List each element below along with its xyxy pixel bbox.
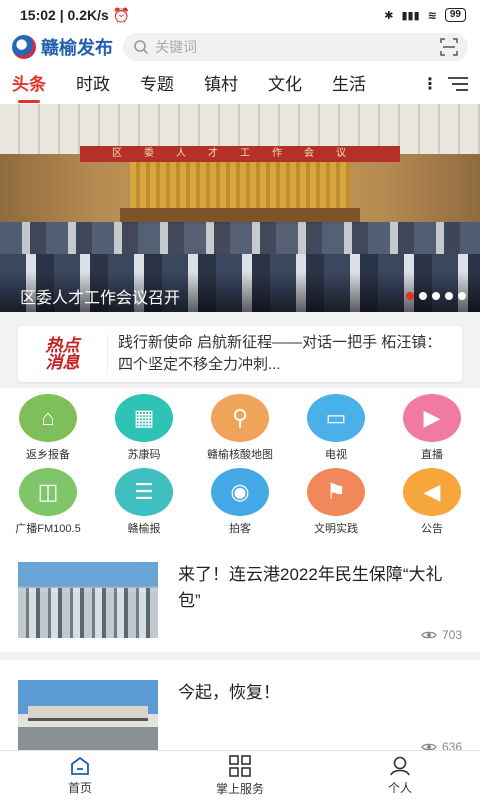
service-label: 文明实践 <box>314 523 358 535</box>
farmhouse-icon: ⌂ <box>19 394 77 442</box>
wifi-icon: ≋ <box>427 9 437 22</box>
news-list: 来了！连云港2022年民生保障“大礼包” 703 今起，恢复！ 636 <box>0 542 480 772</box>
tab-politics[interactable]: 时政 <box>76 70 110 99</box>
service-item[interactable]: ▭ 电视 <box>288 394 384 468</box>
carousel-dot[interactable] <box>432 292 440 300</box>
service-label: 拍客 <box>229 523 251 535</box>
carousel-dot[interactable] <box>419 292 427 300</box>
hot-news-ticker[interactable]: 热点 消息 践行新使命 启航新征程——对话一把手 柘汪镇：四个坚定不移全力冲刺.… <box>18 326 462 382</box>
status-left: 15:02 | 0.2K/s ⏰ <box>20 6 131 23</box>
service-item[interactable]: ◫ 广播FM100.5 <box>0 468 96 542</box>
service-item[interactable]: ⌂ 返乡报备 <box>0 394 96 468</box>
user-icon <box>390 756 410 775</box>
service-label: 苏康码 <box>127 449 161 461</box>
flag-icon: ⚑ <box>307 468 365 516</box>
alarm-icon: ⏰ <box>112 6 131 23</box>
news-title: 今起，恢复！ <box>178 683 280 702</box>
bluetooth-icon: ✱ <box>384 9 394 22</box>
news-title: 来了！连云港2022年民生保障“大礼包” <box>178 565 443 610</box>
home-icon <box>71 756 89 775</box>
menu-icon[interactable] <box>448 76 468 92</box>
service-item[interactable]: ⚑ 文明实践 <box>288 468 384 542</box>
map-pin-icon: ⚲ <box>211 394 269 442</box>
tab-headlines[interactable]: 头条 <box>12 70 46 103</box>
service-item[interactable]: ▦ 苏康码 <box>96 394 192 468</box>
service-item[interactable]: ◉ 拍客 <box>192 468 288 542</box>
megaphone-icon: ◀ <box>403 468 461 516</box>
search-bar[interactable]: 关键词 <box>123 33 468 61</box>
radio-icon: ◫ <box>19 468 77 516</box>
tab-culture[interactable]: 文化 <box>268 70 302 99</box>
service-item[interactable]: ⚲ 赣榆核酸地图 <box>192 394 288 468</box>
hall-banner: 区委人才工作会议 <box>80 146 400 162</box>
grid-icon <box>229 754 251 777</box>
app-name: 赣榆发布 <box>41 38 113 58</box>
service-item[interactable]: ▶ 直播 <box>384 394 480 468</box>
logo-icon <box>12 35 36 59</box>
scan-icon[interactable] <box>440 38 458 56</box>
hot-news-badge: 热点 消息 <box>18 334 108 374</box>
battery-indicator: 99 <box>444 8 466 22</box>
service-item[interactable]: ☰ 赣榆报 <box>96 468 192 542</box>
view-count: 703 <box>421 628 462 642</box>
tab-more: ⋮ <box>422 74 468 94</box>
service-label: 赣榆核酸地图 <box>207 449 273 461</box>
search-placeholder: 关键词 <box>155 39 197 55</box>
tab-towns[interactable]: 镇村 <box>204 70 238 99</box>
status-time: 15:02 <box>20 6 56 23</box>
category-tabs: 头条 时政 专题 镇村 文化 生活 ⋮ <box>0 64 480 104</box>
video-play-icon: ▶ <box>403 394 461 442</box>
search-icon <box>134 40 149 55</box>
service-label: 公告 <box>421 523 443 535</box>
health-code-icon: ▦ <box>115 394 173 442</box>
service-grid: ⌂ 返乡报备 ▦ 苏康码 ⚲ 赣榆核酸地图 ▭ 电视 ▶ 直播 ◫ 广播FM100.5 ☰ 赣榆报 ◉ 拍客 ⚑… <box>0 388 480 542</box>
nav-services[interactable]: 掌上服务 <box>160 751 320 800</box>
carousel-dot[interactable] <box>406 292 414 300</box>
news-item[interactable]: 来了！连云港2022年民生保障“大礼包” 703 <box>0 542 480 660</box>
service-item[interactable]: ◀ 公告 <box>384 468 480 542</box>
app-header: 赣榆发布 关键词 <box>0 30 480 64</box>
signal-icon: ▮▮▮ <box>401 9 420 22</box>
network-speed: 0.2K/s <box>67 6 109 23</box>
banner-carousel[interactable]: 区委人才工作会议 区委人才工作会议召开 <box>0 104 480 312</box>
status-right: ✱ ▮▮▮ ≋ 99 <box>384 8 466 22</box>
camera-icon: ◉ <box>211 468 269 516</box>
app-logo: 赣榆发布 <box>12 34 113 60</box>
nav-home[interactable]: 首页 <box>0 751 160 800</box>
status-bar: 15:02 | 0.2K/s ⏰ ✱ ▮▮▮ ≋ 99 <box>0 0 480 30</box>
newspaper-icon: ☰ <box>115 468 173 516</box>
nav-profile[interactable]: 个人 <box>320 751 480 800</box>
news-thumbnail <box>18 680 158 756</box>
more-dots-icon[interactable]: ⋮ <box>422 74 438 94</box>
carousel-dot[interactable] <box>458 292 466 300</box>
news-thumbnail <box>18 562 158 638</box>
tv-icon: ▭ <box>307 394 365 442</box>
carousel-dots <box>406 292 466 300</box>
service-label: 返乡报备 <box>26 449 70 461</box>
service-label: 赣榆报 <box>127 523 161 535</box>
tab-life[interactable]: 生活 <box>332 70 366 99</box>
bottom-nav: 首页 掌上服务 个人 <box>0 750 480 800</box>
service-label: 广播FM100.5 <box>15 523 81 535</box>
service-label: 直播 <box>421 449 443 461</box>
tab-topics[interactable]: 专题 <box>140 70 174 99</box>
carousel-dot[interactable] <box>445 292 453 300</box>
service-label: 电视 <box>325 449 347 461</box>
hot-news-text: 践行新使命 启航新征程——对话一把手 柘汪镇：四个坚定不移全力冲刺... <box>118 334 442 373</box>
eye-icon <box>421 631 437 639</box>
